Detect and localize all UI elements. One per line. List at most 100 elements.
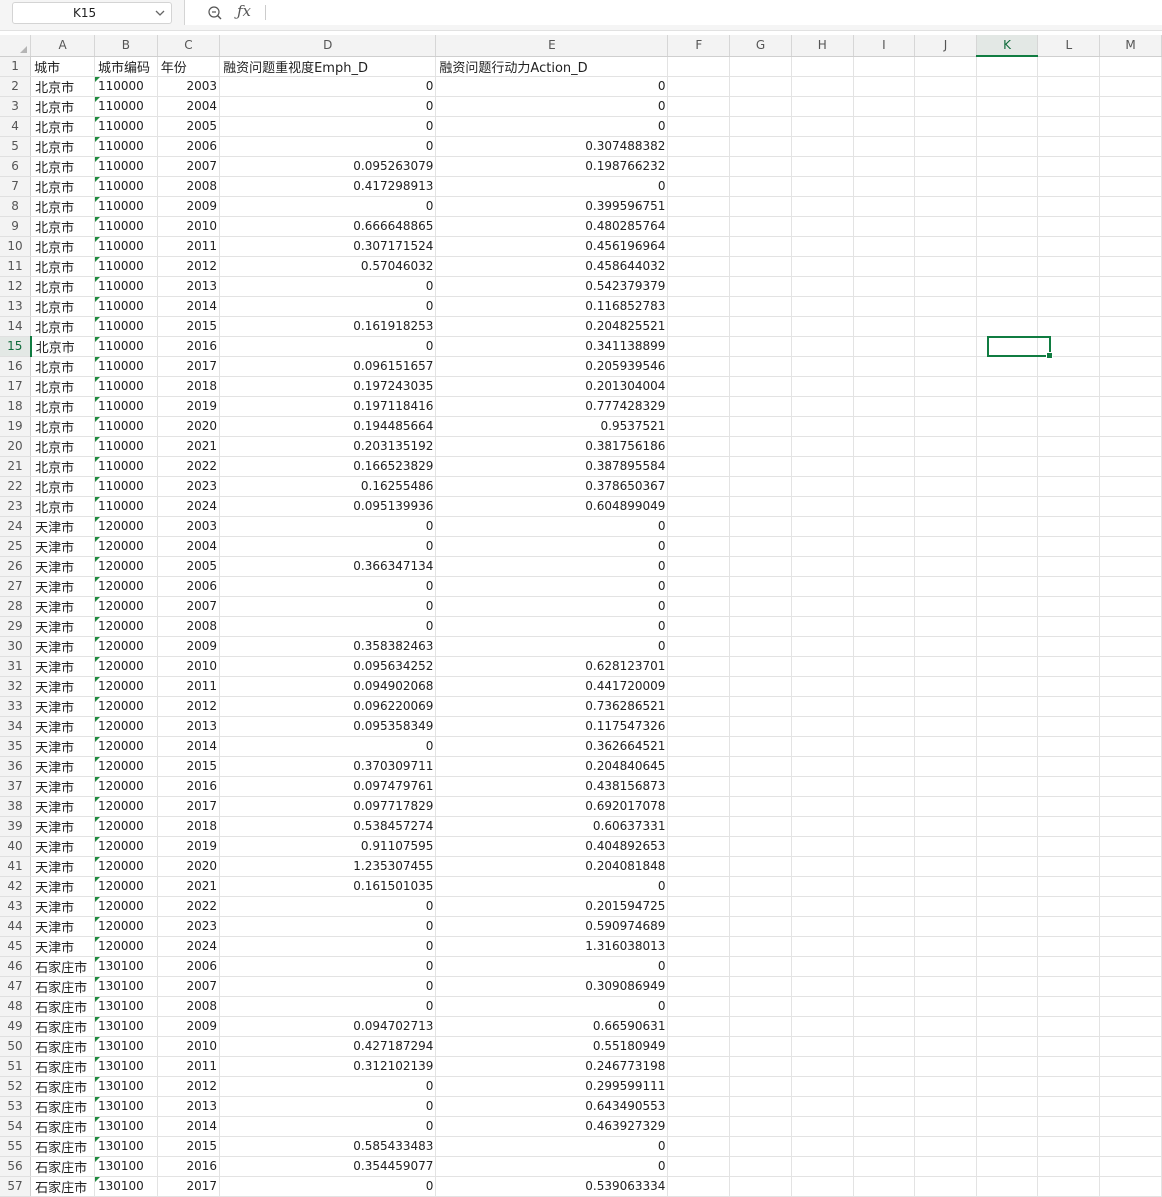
cell[interactable]	[976, 1016, 1039, 1037]
cell-city-code[interactable]: 110000	[94, 76, 158, 97]
cell[interactable]	[729, 676, 792, 697]
cell-year[interactable]: 2009	[157, 196, 221, 217]
cell-year[interactable]: 2007	[157, 596, 221, 617]
row-header[interactable]: 39	[0, 816, 32, 837]
cell[interactable]	[791, 796, 854, 817]
cell[interactable]	[853, 236, 916, 257]
row-header[interactable]: 8	[0, 196, 32, 217]
cell[interactable]	[791, 1096, 854, 1117]
row-header[interactable]: 29	[0, 616, 32, 637]
cell[interactable]	[853, 316, 916, 337]
row-header[interactable]: 43	[0, 896, 32, 917]
cell[interactable]	[1037, 776, 1101, 797]
cell-year[interactable]: 2013	[157, 276, 221, 297]
cell-city-code[interactable]: 130100	[94, 1036, 158, 1057]
cell-city-code[interactable]: 130100	[94, 1076, 158, 1097]
cell-emph[interactable]: 0	[219, 196, 437, 217]
cell[interactable]	[729, 1036, 792, 1057]
cell[interactable]	[791, 156, 854, 177]
cell[interactable]	[791, 736, 854, 757]
cell-year[interactable]: 2010	[157, 1036, 221, 1057]
cell[interactable]	[1037, 916, 1101, 937]
cell[interactable]	[1099, 456, 1162, 477]
cell-action[interactable]: 0.539063334	[435, 1176, 669, 1197]
cell-year[interactable]: 2018	[157, 816, 221, 837]
cell[interactable]	[729, 336, 792, 357]
cell-year[interactable]: 2016	[157, 336, 221, 357]
cell[interactable]	[976, 876, 1039, 897]
cell[interactable]	[667, 216, 731, 237]
row-header[interactable]: 50	[0, 1036, 32, 1057]
cell-year[interactable]: 2017	[157, 796, 221, 817]
cell-action[interactable]: 0.198766232	[435, 156, 669, 177]
cell-city-code[interactable]: 120000	[94, 636, 158, 657]
cell-city[interactable]: 石家庄市	[30, 1096, 95, 1117]
cell[interactable]	[853, 1096, 916, 1117]
column-header-a[interactable]: A	[30, 35, 95, 57]
cell[interactable]	[791, 856, 854, 877]
column-header-g[interactable]: G	[729, 35, 792, 57]
cell-year[interactable]: 2007	[157, 976, 221, 997]
cell-city-code[interactable]: 120000	[94, 936, 158, 957]
cell-emph[interactable]: 0	[219, 916, 437, 937]
cell[interactable]	[914, 236, 977, 257]
cell-city[interactable]: 天津市	[30, 856, 95, 877]
cell[interactable]	[729, 56, 792, 77]
cell[interactable]	[791, 496, 854, 517]
cell-city[interactable]: 天津市	[30, 616, 95, 637]
cell[interactable]	[914, 1096, 977, 1117]
cell[interactable]	[976, 176, 1039, 197]
cell-header-emph[interactable]: 融资问题重视度Emph_D	[219, 56, 437, 77]
cell-city[interactable]: 天津市	[30, 676, 95, 697]
cell-action[interactable]: 0.387895584	[435, 456, 669, 477]
cell[interactable]	[853, 336, 916, 357]
cell[interactable]	[1099, 76, 1162, 97]
cell-emph[interactable]: 0	[219, 1076, 437, 1097]
cell[interactable]	[1037, 396, 1101, 417]
cell[interactable]	[1099, 1056, 1162, 1077]
cell[interactable]	[667, 1136, 731, 1157]
cell-emph[interactable]: 0.095263079	[219, 156, 437, 177]
cell-city[interactable]: 北京市	[30, 116, 95, 137]
cell[interactable]	[853, 1016, 916, 1037]
cell[interactable]	[853, 916, 916, 937]
cell-year[interactable]: 2010	[157, 656, 221, 677]
cell[interactable]	[729, 556, 792, 577]
row-header[interactable]: 38	[0, 796, 32, 817]
cell[interactable]	[729, 956, 792, 977]
cell[interactable]	[1099, 956, 1162, 977]
cell[interactable]	[853, 716, 916, 737]
cell[interactable]	[791, 676, 854, 697]
cell[interactable]	[976, 276, 1039, 297]
cell[interactable]	[1099, 1076, 1162, 1097]
cell-year[interactable]: 2009	[157, 636, 221, 657]
cell[interactable]	[729, 656, 792, 677]
cell[interactable]	[729, 876, 792, 897]
row-header[interactable]: 11	[0, 256, 32, 277]
cell-year[interactable]: 2023	[157, 476, 221, 497]
cell-city-code[interactable]: 120000	[94, 796, 158, 817]
row-header[interactable]: 34	[0, 716, 32, 737]
cell[interactable]	[1099, 596, 1162, 617]
cell[interactable]	[1099, 256, 1162, 277]
cell-city-code[interactable]: 110000	[94, 436, 158, 457]
cell[interactable]	[1037, 856, 1101, 877]
cell[interactable]	[729, 496, 792, 517]
cell-city[interactable]: 石家庄市	[30, 996, 95, 1017]
cell-action[interactable]: 0.116852783	[435, 296, 669, 317]
cell-city-code[interactable]: 130100	[94, 1116, 158, 1137]
cell-action[interactable]: 0	[435, 1136, 669, 1157]
column-header-l[interactable]: L	[1037, 35, 1101, 57]
cell[interactable]	[791, 436, 854, 457]
cell-emph[interactable]: 0.370309711	[219, 756, 437, 777]
cell[interactable]	[667, 376, 731, 397]
cell[interactable]	[976, 996, 1039, 1017]
cell[interactable]	[914, 696, 977, 717]
cell-emph[interactable]: 0.585433483	[219, 1136, 437, 1157]
cell[interactable]	[1099, 296, 1162, 317]
cell[interactable]	[729, 116, 792, 137]
cell[interactable]	[1099, 156, 1162, 177]
cell[interactable]	[667, 616, 731, 637]
column-header-j[interactable]: J	[914, 35, 977, 57]
cell[interactable]	[1037, 436, 1101, 457]
